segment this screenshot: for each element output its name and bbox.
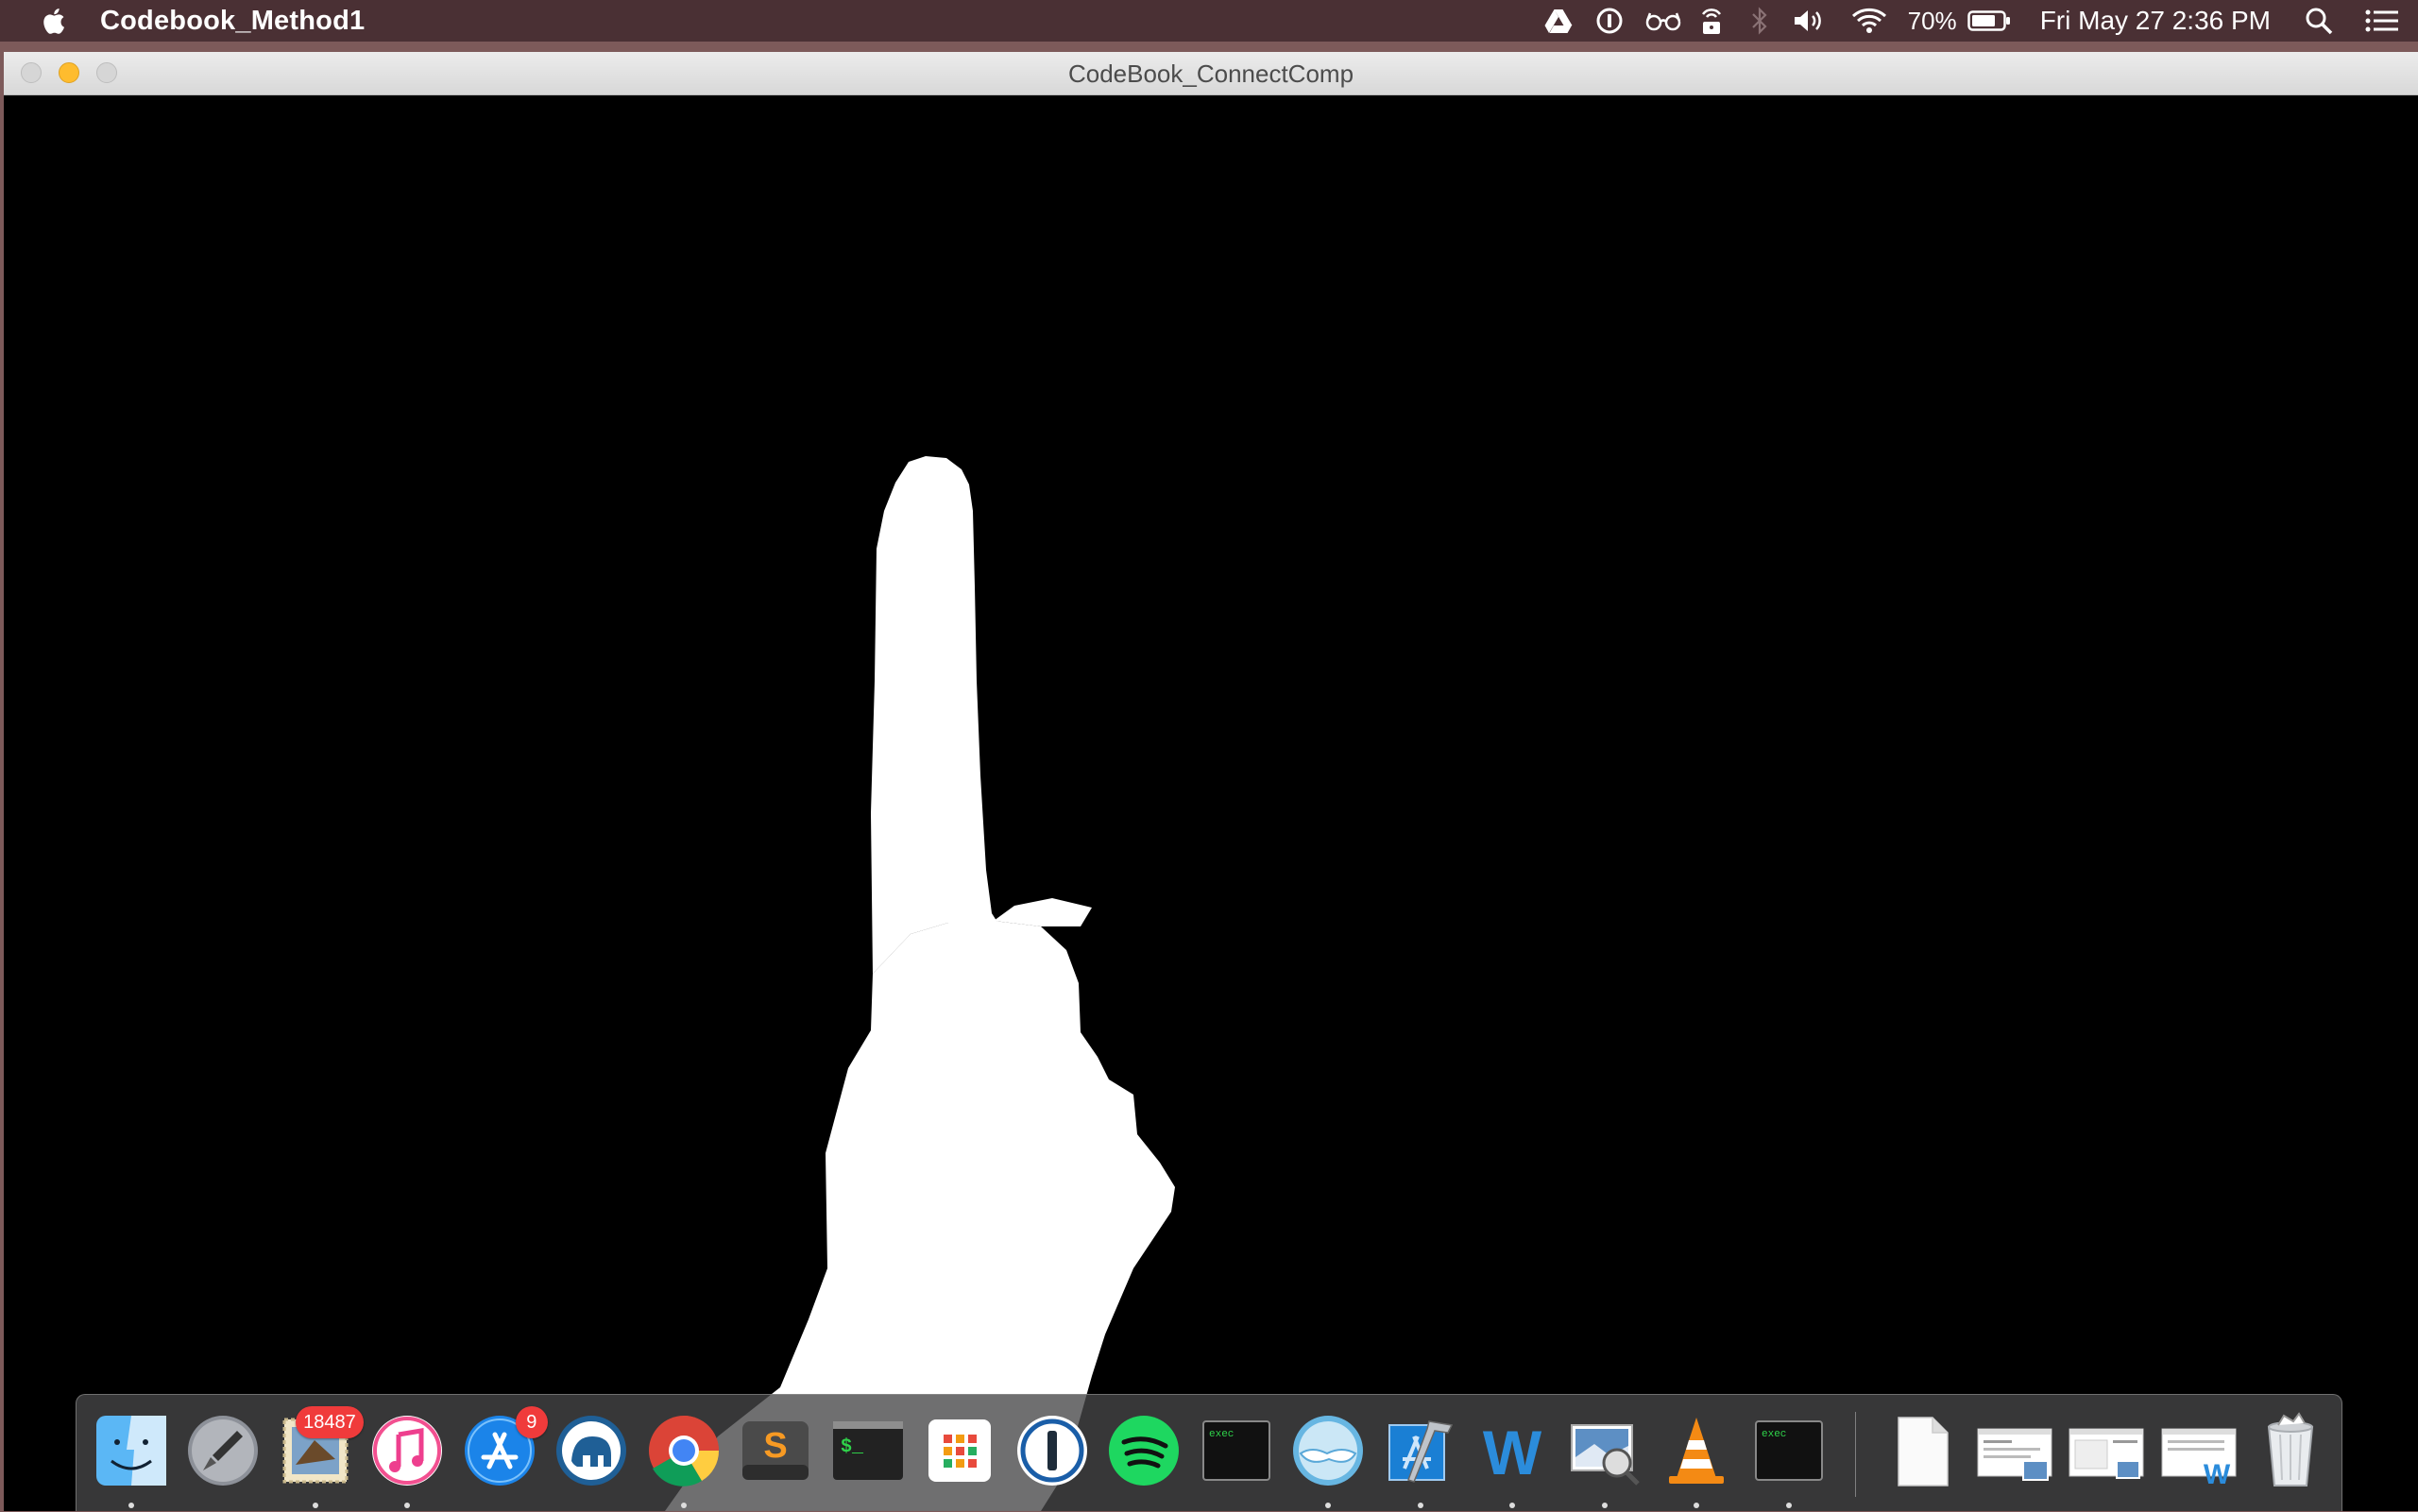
sublime-text-icon: S (737, 1412, 814, 1489)
dock-item-macdown[interactable] (551, 1395, 634, 1512)
dock-item-sublime-text[interactable]: S (735, 1395, 818, 1512)
trash-icon (2252, 1412, 2329, 1489)
svg-text:S: S (764, 1426, 788, 1466)
dock-item-terminal[interactable]: $_ (826, 1395, 910, 1512)
dock-item-preview[interactable] (1563, 1395, 1646, 1512)
document-file-icon (1883, 1412, 1961, 1489)
running-indicator (1417, 1503, 1423, 1508)
battery-icon[interactable] (1967, 0, 2012, 42)
dock-item-chrome[interactable] (642, 1395, 725, 1512)
app-menu-title[interactable]: Codebook_Method1 (100, 6, 365, 37)
dock-item-xcode[interactable] (1379, 1395, 1462, 1512)
1password-mini-icon[interactable] (1591, 0, 1628, 42)
lock-broadcast-icon[interactable] (1693, 0, 1730, 42)
window-thumbnail-icon: W (2160, 1412, 2238, 1489)
finder-icon (93, 1412, 170, 1489)
wifi-icon[interactable] (1849, 0, 1889, 42)
image-canvas[interactable] (4, 95, 2418, 1511)
running-indicator (404, 1503, 411, 1508)
running-indicator (312, 1503, 318, 1508)
launchpad-rocket-icon (184, 1412, 262, 1489)
colored-grid-icon (921, 1412, 998, 1489)
window-thumbnail-icon (1976, 1412, 2053, 1489)
spotify-icon (1105, 1412, 1183, 1489)
running-indicator (1785, 1503, 1792, 1508)
apple-logo-icon[interactable] (34, 4, 72, 38)
window-thumbnail-icon (2068, 1412, 2145, 1489)
clock[interactable]: Fri May 27 2:36 PM (2040, 6, 2271, 36)
exec-terminal-icon: exec (1750, 1412, 1828, 1489)
app-store-updates-badge: 9 (515, 1406, 548, 1438)
dock-item-word[interactable]: W (1472, 1395, 1555, 1512)
word-icon: W (1473, 1412, 1551, 1489)
exec-label: exec (1209, 1429, 1234, 1440)
running-indicator (680, 1503, 687, 1508)
running-indicator (1694, 1503, 1700, 1508)
dock-item-document[interactable] (1881, 1395, 1964, 1512)
dock-item-spotify[interactable] (1103, 1395, 1186, 1512)
dock-item-recent-window-1[interactable] (1973, 1395, 2056, 1512)
dock-item-exec-2[interactable]: exec (1747, 1395, 1831, 1512)
svg-text:W: W (1483, 1418, 1542, 1487)
bluetooth-icon[interactable] (1744, 0, 1776, 42)
exec-label: exec (1762, 1429, 1786, 1440)
dock-item-finder[interactable] (90, 1395, 173, 1512)
dock-item-1password[interactable] (1011, 1395, 1094, 1512)
running-indicator (1601, 1503, 1608, 1508)
battery-percent: 70% (1907, 6, 1957, 35)
mail-stamp-icon: 18487 (277, 1406, 364, 1489)
dock-item-exec[interactable]: exec (1195, 1395, 1278, 1512)
xcode-hammer-icon (1382, 1412, 1459, 1489)
chrome-icon (645, 1412, 723, 1489)
dock-item-grid-app[interactable] (919, 1395, 1002, 1512)
elephant-icon (553, 1412, 630, 1489)
dock-item-mustache-app[interactable] (1287, 1395, 1371, 1512)
dock-separator (1854, 1412, 1857, 1497)
dock-item-app-store[interactable]: 9 (458, 1395, 548, 1512)
mustache-icon (1289, 1412, 1367, 1489)
dock-item-recent-window-2[interactable] (2065, 1395, 2148, 1512)
dock-item-recent-window-3[interactable]: W (2157, 1395, 2240, 1512)
menu-bar: Codebook_Method1 70% Fri May 27 2:36 PM (0, 0, 2418, 42)
dock: 18487 9 S $_ exec W exec W (76, 1394, 2342, 1511)
itunes-music-note-icon (368, 1412, 446, 1489)
running-indicator (1325, 1503, 1332, 1508)
window-title: CodeBook_ConnectComp (1067, 59, 1354, 88)
window-titlebar[interactable]: CodeBook_ConnectComp (4, 52, 2418, 95)
dock-item-mail[interactable]: 18487 (274, 1395, 364, 1512)
opencv-window: CodeBook_ConnectComp (4, 52, 2418, 1511)
svg-text:W: W (2204, 1459, 2231, 1489)
mail-unread-badge: 18487 (296, 1406, 364, 1438)
status-area: 70% Fri May 27 2:36 PM (1540, 0, 2418, 42)
dock-item-vlc[interactable] (1656, 1395, 1739, 1512)
volume-icon[interactable] (1791, 0, 1829, 42)
vlc-cone-icon (1658, 1412, 1735, 1489)
running-indicator (128, 1503, 134, 1508)
terminal-icon: $_ (829, 1412, 907, 1489)
notification-center-icon[interactable] (2363, 0, 2401, 42)
glasses-icon[interactable] (1642, 0, 1685, 42)
hand-silhouette-mask (665, 456, 1175, 1511)
google-drive-icon[interactable] (1540, 0, 1577, 42)
1password-icon (1013, 1412, 1091, 1489)
exec-terminal-icon: exec (1198, 1412, 1275, 1489)
app-store-icon: 9 (461, 1406, 548, 1489)
dock-item-trash[interactable] (2249, 1395, 2332, 1512)
dock-item-launchpad[interactable] (182, 1395, 265, 1512)
preview-icon (1566, 1412, 1643, 1489)
dock-item-itunes[interactable] (366, 1395, 450, 1512)
svg-text:$_: $_ (841, 1436, 864, 1458)
spotlight-search-icon[interactable] (2303, 0, 2335, 42)
running-indicator (1509, 1503, 1516, 1508)
